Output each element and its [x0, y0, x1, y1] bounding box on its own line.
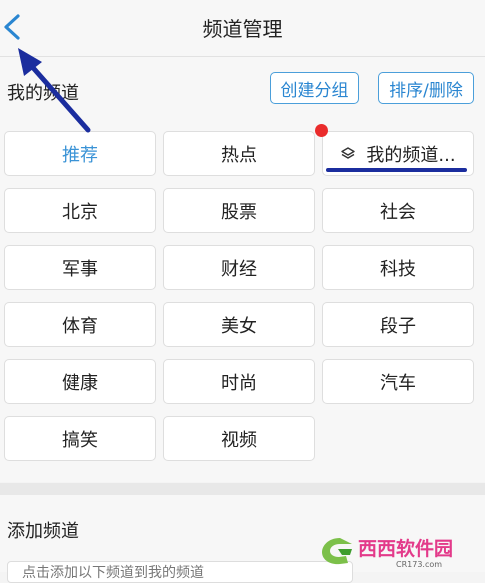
annotation-underline — [326, 168, 467, 172]
layers-icon — [340, 146, 356, 162]
channel-tile[interactable]: 股票 — [163, 188, 315, 233]
channel-tile[interactable]: 视频 — [163, 416, 315, 461]
channel-label: 我的频道... — [366, 144, 456, 166]
watermark-logo: 西西软件园 CR173.com — [318, 530, 483, 570]
top-bar: 频道管理 — [0, 0, 485, 57]
new-badge-dot — [315, 124, 328, 137]
channel-tile[interactable]: 搞笑 — [4, 416, 156, 461]
my-channels-section: 我的频道 创建分组 排序/删除 推荐 热点 我的频道... 北京 股票 社会 军… — [0, 57, 485, 482]
page-title: 频道管理 — [202, 17, 283, 41]
channel-tile[interactable]: 段子 — [322, 302, 474, 347]
section-divider — [0, 483, 485, 495]
watermark-domain: CR173.com — [396, 560, 442, 569]
channel-label: 科技 — [380, 258, 416, 280]
create-group-button[interactable]: 创建分组 — [270, 72, 359, 104]
channel-tile[interactable]: 时尚 — [163, 359, 315, 404]
channel-tile[interactable]: 北京 — [4, 188, 156, 233]
channel-label: 社会 — [380, 201, 416, 223]
channel-tile[interactable]: 科技 — [322, 245, 474, 290]
channel-tile[interactable]: 美女 — [163, 302, 315, 347]
channel-tile[interactable]: 财经 — [163, 245, 315, 290]
channel-label: 时尚 — [221, 372, 257, 394]
channel-label: 美女 — [221, 315, 257, 337]
watermark-brand: 西西软件园 — [358, 537, 453, 560]
my-channels-title: 我的频道 — [7, 83, 79, 104]
channel-tile[interactable]: 社会 — [322, 188, 474, 233]
channel-label: 健康 — [62, 372, 98, 394]
channel-tile[interactable]: 健康 — [4, 359, 156, 404]
channel-label: 搞笑 — [62, 429, 98, 451]
channel-tile-recommend[interactable]: 推荐 — [4, 131, 156, 176]
channel-tile[interactable]: 军事 — [4, 245, 156, 290]
channel-label: 段子 — [380, 315, 416, 337]
add-channels-hint: 点击添加以下频道到我的频道 — [7, 561, 353, 583]
channel-label: 热点 — [221, 144, 257, 166]
channel-tile[interactable]: 热点 — [163, 131, 315, 176]
channel-label: 军事 — [62, 258, 98, 280]
channel-label: 体育 — [62, 315, 98, 337]
add-channels-title: 添加频道 — [7, 521, 79, 542]
channel-label: 股票 — [221, 201, 257, 223]
sort-delete-button[interactable]: 排序/删除 — [378, 72, 474, 104]
channel-tile[interactable]: 汽车 — [322, 359, 474, 404]
channel-label: 财经 — [221, 258, 257, 280]
channel-label: 汽车 — [380, 372, 416, 394]
channel-label: 推荐 — [62, 144, 98, 166]
channel-label: 视频 — [221, 429, 257, 451]
channel-tile[interactable]: 体育 — [4, 302, 156, 347]
channel-label: 北京 — [62, 201, 98, 223]
